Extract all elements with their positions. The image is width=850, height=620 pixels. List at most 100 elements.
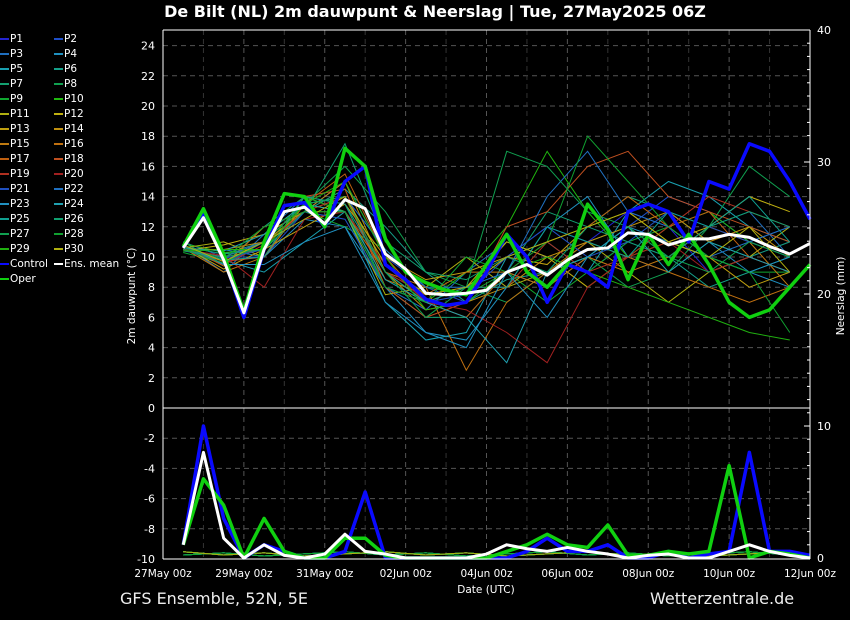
y-axis-label: 2m dauwpunt (°C) <box>126 248 138 345</box>
legend-swatch <box>0 82 9 85</box>
footer-model-info: GFS Ensemble, 52N, 5E <box>120 589 308 608</box>
y2-tick-label: 40 <box>817 24 831 37</box>
legend-item-p27: P27 <box>0 227 30 240</box>
legend-item-p11: P11 <box>0 107 30 120</box>
legend-swatch <box>0 52 9 55</box>
y-tick-label: 14 <box>141 191 155 204</box>
y-tick-label: -4 <box>144 462 155 475</box>
legend-item-p8: P8 <box>54 77 77 90</box>
legend-label: P7 <box>10 77 24 90</box>
legend-swatch <box>0 37 9 40</box>
y-tick-label: -6 <box>144 493 155 506</box>
legend-label: P15 <box>10 137 30 150</box>
legend-label: P29 <box>10 242 30 255</box>
legend-label: Control <box>10 257 48 270</box>
legend-label: P14 <box>64 122 84 135</box>
legend-item-p9: P9 <box>0 92 23 105</box>
y-tick-label: 24 <box>141 40 155 53</box>
legend-item-p13: P13 <box>0 122 30 135</box>
legend-label: Ens. mean <box>64 257 120 270</box>
legend-swatch <box>54 127 63 130</box>
legend-item-p2: P2 <box>54 32 77 45</box>
legend-item-p30: P30 <box>54 242 84 255</box>
legend-item-oper: Oper <box>0 272 36 285</box>
y-tick-label: 0 <box>148 402 155 415</box>
y-tick-label: 6 <box>148 311 155 324</box>
legend-swatch <box>54 247 63 250</box>
legend-label: P27 <box>10 227 30 240</box>
legend-swatch <box>0 217 9 220</box>
legend-swatch <box>54 187 63 190</box>
legend-label: P17 <box>10 152 30 165</box>
y-tick-label: -10 <box>137 553 155 566</box>
legend-item-p25: P25 <box>0 212 30 225</box>
legend-swatch <box>0 262 9 265</box>
legend-item-p12: P12 <box>54 107 84 120</box>
y-tick-label: 18 <box>141 130 155 143</box>
legend-item-control: Control <box>0 257 48 270</box>
legend-swatch <box>0 187 9 190</box>
legend-label: P11 <box>10 107 30 120</box>
legend-swatch <box>0 127 9 130</box>
x-tick-label: 04Jun 00z <box>461 568 513 580</box>
legend-item-p1: P1 <box>0 32 23 45</box>
x-tick-label: 12Jun 00z <box>784 568 836 580</box>
legend-swatch <box>0 247 9 250</box>
legend-label: P25 <box>10 212 30 225</box>
series-oper-precip <box>181 463 811 560</box>
y2-axis-label: Neerslag (mm) <box>835 257 847 336</box>
legend-swatch <box>0 157 9 160</box>
legend-swatch <box>0 142 9 145</box>
legend-item-p19: P19 <box>0 167 30 180</box>
x-tick-label: 02Jun 00z <box>380 568 432 580</box>
legend-swatch <box>54 232 63 235</box>
legend-item-p10: P10 <box>54 92 84 105</box>
legend-label: P10 <box>64 92 84 105</box>
legend-swatch <box>0 97 9 100</box>
legend-item-p4: P4 <box>54 47 77 60</box>
legend-swatch <box>54 97 63 100</box>
legend-label: P2 <box>64 32 78 45</box>
legend-item-p14: P14 <box>54 122 84 135</box>
legend-item-p28: P28 <box>54 227 84 240</box>
x-tick-label: 29May 00z <box>215 568 273 580</box>
y-tick-label: 16 <box>141 160 155 173</box>
x-axis-label: Date (UTC) <box>457 584 514 596</box>
legend-label: P12 <box>64 107 84 120</box>
legend-label: P16 <box>64 137 84 150</box>
legend-item-p20: P20 <box>54 167 84 180</box>
legend-label: P13 <box>10 122 30 135</box>
legend-item-p16: P16 <box>54 137 84 150</box>
y-tick-label: -8 <box>144 523 155 536</box>
legend-label: P28 <box>64 227 84 240</box>
legend-item-p7: P7 <box>0 77 23 90</box>
legend-swatch <box>54 82 63 85</box>
y-tick-label: 12 <box>141 221 155 234</box>
legend-label: P19 <box>10 167 30 180</box>
legend-label: P4 <box>64 47 78 60</box>
legend-item-p5: P5 <box>0 62 23 75</box>
legend-item-p18: P18 <box>54 152 84 165</box>
legend-label: P9 <box>10 92 24 105</box>
legend-label: P21 <box>10 182 30 195</box>
y-tick-label: 22 <box>141 70 155 83</box>
legend-label: P6 <box>64 62 78 75</box>
x-tick-label: 06Jun 00z <box>541 568 593 580</box>
legend-item-p23: P23 <box>0 197 30 210</box>
legend-label: P18 <box>64 152 84 165</box>
chart: 242220181614121086420-2-4-6-8-1027May 00… <box>126 24 847 596</box>
y2-tick-label: 20 <box>817 288 831 301</box>
y-tick-label: 20 <box>141 100 155 113</box>
legend-swatch <box>0 172 9 175</box>
legend-item-p26: P26 <box>54 212 84 225</box>
y2-tick-label: 30 <box>817 156 831 169</box>
legend-item-p3: P3 <box>0 47 23 60</box>
legend-label: P26 <box>64 212 84 225</box>
x-tick-label: 08Jun 00z <box>622 568 674 580</box>
y2-tick-label: 10 <box>817 420 831 433</box>
legend-item-p17: P17 <box>0 152 30 165</box>
legend-item-p22: P22 <box>54 182 84 195</box>
legend-item-ens-mean: Ens. mean <box>54 257 119 270</box>
legend-swatch <box>54 262 63 265</box>
legend-label: P5 <box>10 62 24 75</box>
